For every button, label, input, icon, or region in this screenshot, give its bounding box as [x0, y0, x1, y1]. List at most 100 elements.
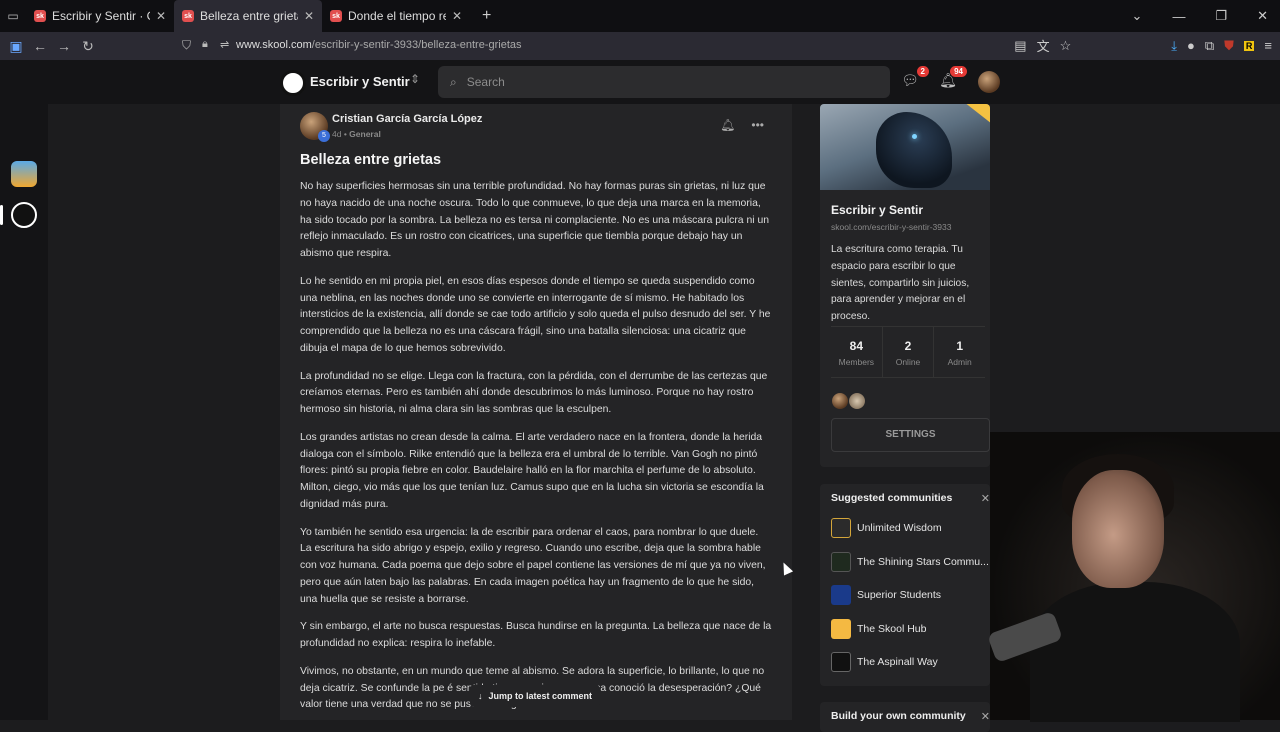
- active-indicator: [0, 205, 3, 225]
- close-icon[interactable]: ✕: [156, 9, 166, 23]
- tab-title: Donde el tiempo respira tu nombre: [348, 9, 446, 23]
- user-avatar[interactable]: [978, 71, 1000, 93]
- chat-button[interactable]: 💬︎ 2: [899, 66, 929, 94]
- minimize-icon[interactable]: —: [1172, 9, 1185, 24]
- skool-favicon-icon: sk: [34, 10, 46, 22]
- stat-value: 2: [904, 339, 912, 353]
- browser-tab-1[interactable]: sk Escribir y Sentir · General ✕: [26, 0, 174, 32]
- community-name[interactable]: Escribir y Sentir: [310, 74, 410, 89]
- shield-icon[interactable]: ⛉: [182, 38, 191, 53]
- chevron-down-icon[interactable]: ⌄: [1132, 8, 1143, 24]
- skool-favicon-icon: sk: [330, 10, 342, 22]
- post-time: 4d: [332, 129, 342, 139]
- notifications-badge: 94: [950, 66, 967, 77]
- suggested-label: The Skool Hub: [857, 623, 927, 635]
- reader-view-icon[interactable]: ▤: [1014, 38, 1026, 54]
- account-icon[interactable]: ●: [1187, 38, 1195, 53]
- community-card-name: Escribir y Sentir: [831, 203, 924, 217]
- post-paragraph: Lo he sentido en mi propia piel, en esos…: [300, 275, 771, 354]
- build-community-card: Build your own community ✕: [820, 702, 990, 732]
- skool-favicon-icon: sk: [182, 10, 194, 22]
- post-author[interactable]: Cristian García García López: [332, 113, 482, 125]
- suggested-title: Suggested communities: [831, 492, 953, 504]
- extensions-icon[interactable]: ⧉: [1205, 38, 1214, 54]
- browser-tab-3[interactable]: sk Donde el tiempo respira tu nombre ✕: [322, 0, 470, 32]
- community-logo[interactable]: [280, 70, 306, 96]
- extension-ublock-icon[interactable]: ⛊: [1224, 38, 1234, 54]
- reload-icon[interactable]: ↻: [76, 38, 100, 55]
- jump-label: Jump to latest comment: [488, 691, 593, 701]
- skool-header: Escribir y Sentir ⇕ ⌕ Search 💬︎ 2 🔔︎ 94: [48, 60, 1280, 104]
- close-icon[interactable]: ✕: [981, 710, 990, 723]
- post-card: 5 Cristian García García López 4d • Gene…: [280, 104, 792, 720]
- bell-icon[interactable]: 🔔︎: [720, 118, 735, 132]
- tab-title: Escribir y Sentir · General: [52, 9, 150, 23]
- search-input[interactable]: ⌕ Search: [438, 66, 890, 98]
- community-raven-icon[interactable]: [11, 202, 37, 228]
- post-category[interactable]: General: [349, 129, 381, 139]
- extension-r-icon[interactable]: R: [1243, 40, 1255, 51]
- search-icon: ⌕: [450, 74, 457, 89]
- url-path: /escribir-y-sentir-3933/belleza-entre-gr…: [311, 39, 522, 51]
- suggested-label: The Aspinall Way: [857, 656, 938, 668]
- community-card: Escribir y Sentir skool.com/escribir-y-s…: [820, 104, 990, 467]
- stat-label: Members: [838, 357, 875, 367]
- member-avatar[interactable]: [849, 393, 865, 409]
- more-icon[interactable]: •••: [751, 118, 764, 132]
- community-icon: [831, 619, 851, 639]
- post-actions: 🔔︎ •••: [720, 118, 764, 132]
- suggested-item[interactable]: The Shining Stars Commu...: [831, 552, 991, 572]
- suggested-label: Superior Students: [857, 589, 942, 601]
- restore-icon[interactable]: ❐: [1215, 8, 1227, 24]
- forward-icon[interactable]: →: [52, 38, 76, 54]
- community-icon: [831, 518, 851, 538]
- close-window-icon[interactable]: ✕: [1257, 8, 1268, 24]
- browser-toolbar-right: ▤ 文 ☆ ⤓ ● ⧉ ⛊ R ≡: [1014, 36, 1272, 55]
- new-tab-icon[interactable]: +: [482, 7, 491, 25]
- close-icon[interactable]: ✕: [981, 492, 990, 505]
- community-icon: [831, 652, 851, 672]
- browser-nav-bar: ▣ ← → ↻ ⛉ 🔒︎ ⇌ www.skool.com/escribir-y-…: [0, 32, 1280, 60]
- switch-community-icon[interactable]: ⇕: [410, 72, 420, 86]
- post-title: Belleza entre grietas: [300, 152, 442, 168]
- jump-to-latest-button[interactable]: ↓ Jump to latest comment: [470, 685, 601, 707]
- arrow-down-icon: ↓: [478, 691, 483, 701]
- build-title: Build your own community: [831, 710, 966, 722]
- post-paragraph: Yo también he sentido esa urgencia: la d…: [300, 526, 766, 605]
- lock-icon[interactable]: 🔒︎: [202, 38, 208, 51]
- person-face: [1072, 470, 1164, 588]
- member-avatar[interactable]: [832, 393, 848, 409]
- webcam-overlay: [986, 432, 1280, 722]
- menu-icon[interactable]: ≡: [1264, 38, 1272, 53]
- url-field[interactable]: www.skool.com/escribir-y-sentir-3933/bel…: [236, 39, 522, 51]
- suggested-item[interactable]: Superior Students: [831, 585, 991, 605]
- bookmark-star-icon[interactable]: ☆: [1060, 38, 1072, 54]
- suggested-item[interactable]: Unlimited Wisdom: [831, 518, 991, 538]
- tab-title: Belleza entre grietas · Escribir y Senti…: [200, 9, 298, 23]
- back-icon[interactable]: ←: [28, 38, 52, 54]
- stat-admin[interactable]: 1 Admin: [934, 327, 985, 377]
- download-icon[interactable]: ⤓: [1171, 38, 1177, 54]
- community-card-url[interactable]: skool.com/escribir-y-sentir-3933: [831, 222, 951, 232]
- sidebar-toggle-icon[interactable]: ▣: [4, 38, 28, 55]
- community-icon: [831, 585, 851, 605]
- notifications-button[interactable]: 🔔︎ 94: [937, 66, 967, 94]
- close-icon[interactable]: ✕: [452, 9, 462, 23]
- post-body: No hay superficies hermosas sin una terr…: [300, 179, 772, 720]
- suggested-communities: Suggested communities ✕ Unlimited Wisdom…: [820, 484, 990, 686]
- settings-button[interactable]: SETTINGS: [831, 418, 990, 452]
- stat-members[interactable]: 84 Members: [831, 327, 883, 377]
- translate-icon[interactable]: 文: [1037, 36, 1050, 55]
- post-paragraph: Y sin embargo, el arte no busca respuest…: [300, 621, 772, 650]
- stat-value: 84: [849, 339, 864, 353]
- community-cat-icon[interactable]: [11, 161, 37, 187]
- skool-page: Escribir y Sentir ⇕ ⌕ Search 💬︎ 2 🔔︎ 94 …: [0, 60, 1280, 732]
- close-icon[interactable]: ✕: [304, 9, 314, 23]
- suggested-item[interactable]: The Skool Hub: [831, 619, 991, 639]
- site-info-icon[interactable]: ⇌: [220, 38, 229, 51]
- suggested-item[interactable]: The Aspinall Way: [831, 652, 991, 672]
- tab-list-icon[interactable]: ▭: [0, 9, 26, 23]
- browser-tab-2[interactable]: sk Belleza entre grietas · Escribir y Se…: [174, 0, 322, 32]
- stat-online[interactable]: 2 Online: [883, 327, 935, 377]
- post-paragraph: La profundidad no se elige. Llega con la…: [300, 370, 768, 416]
